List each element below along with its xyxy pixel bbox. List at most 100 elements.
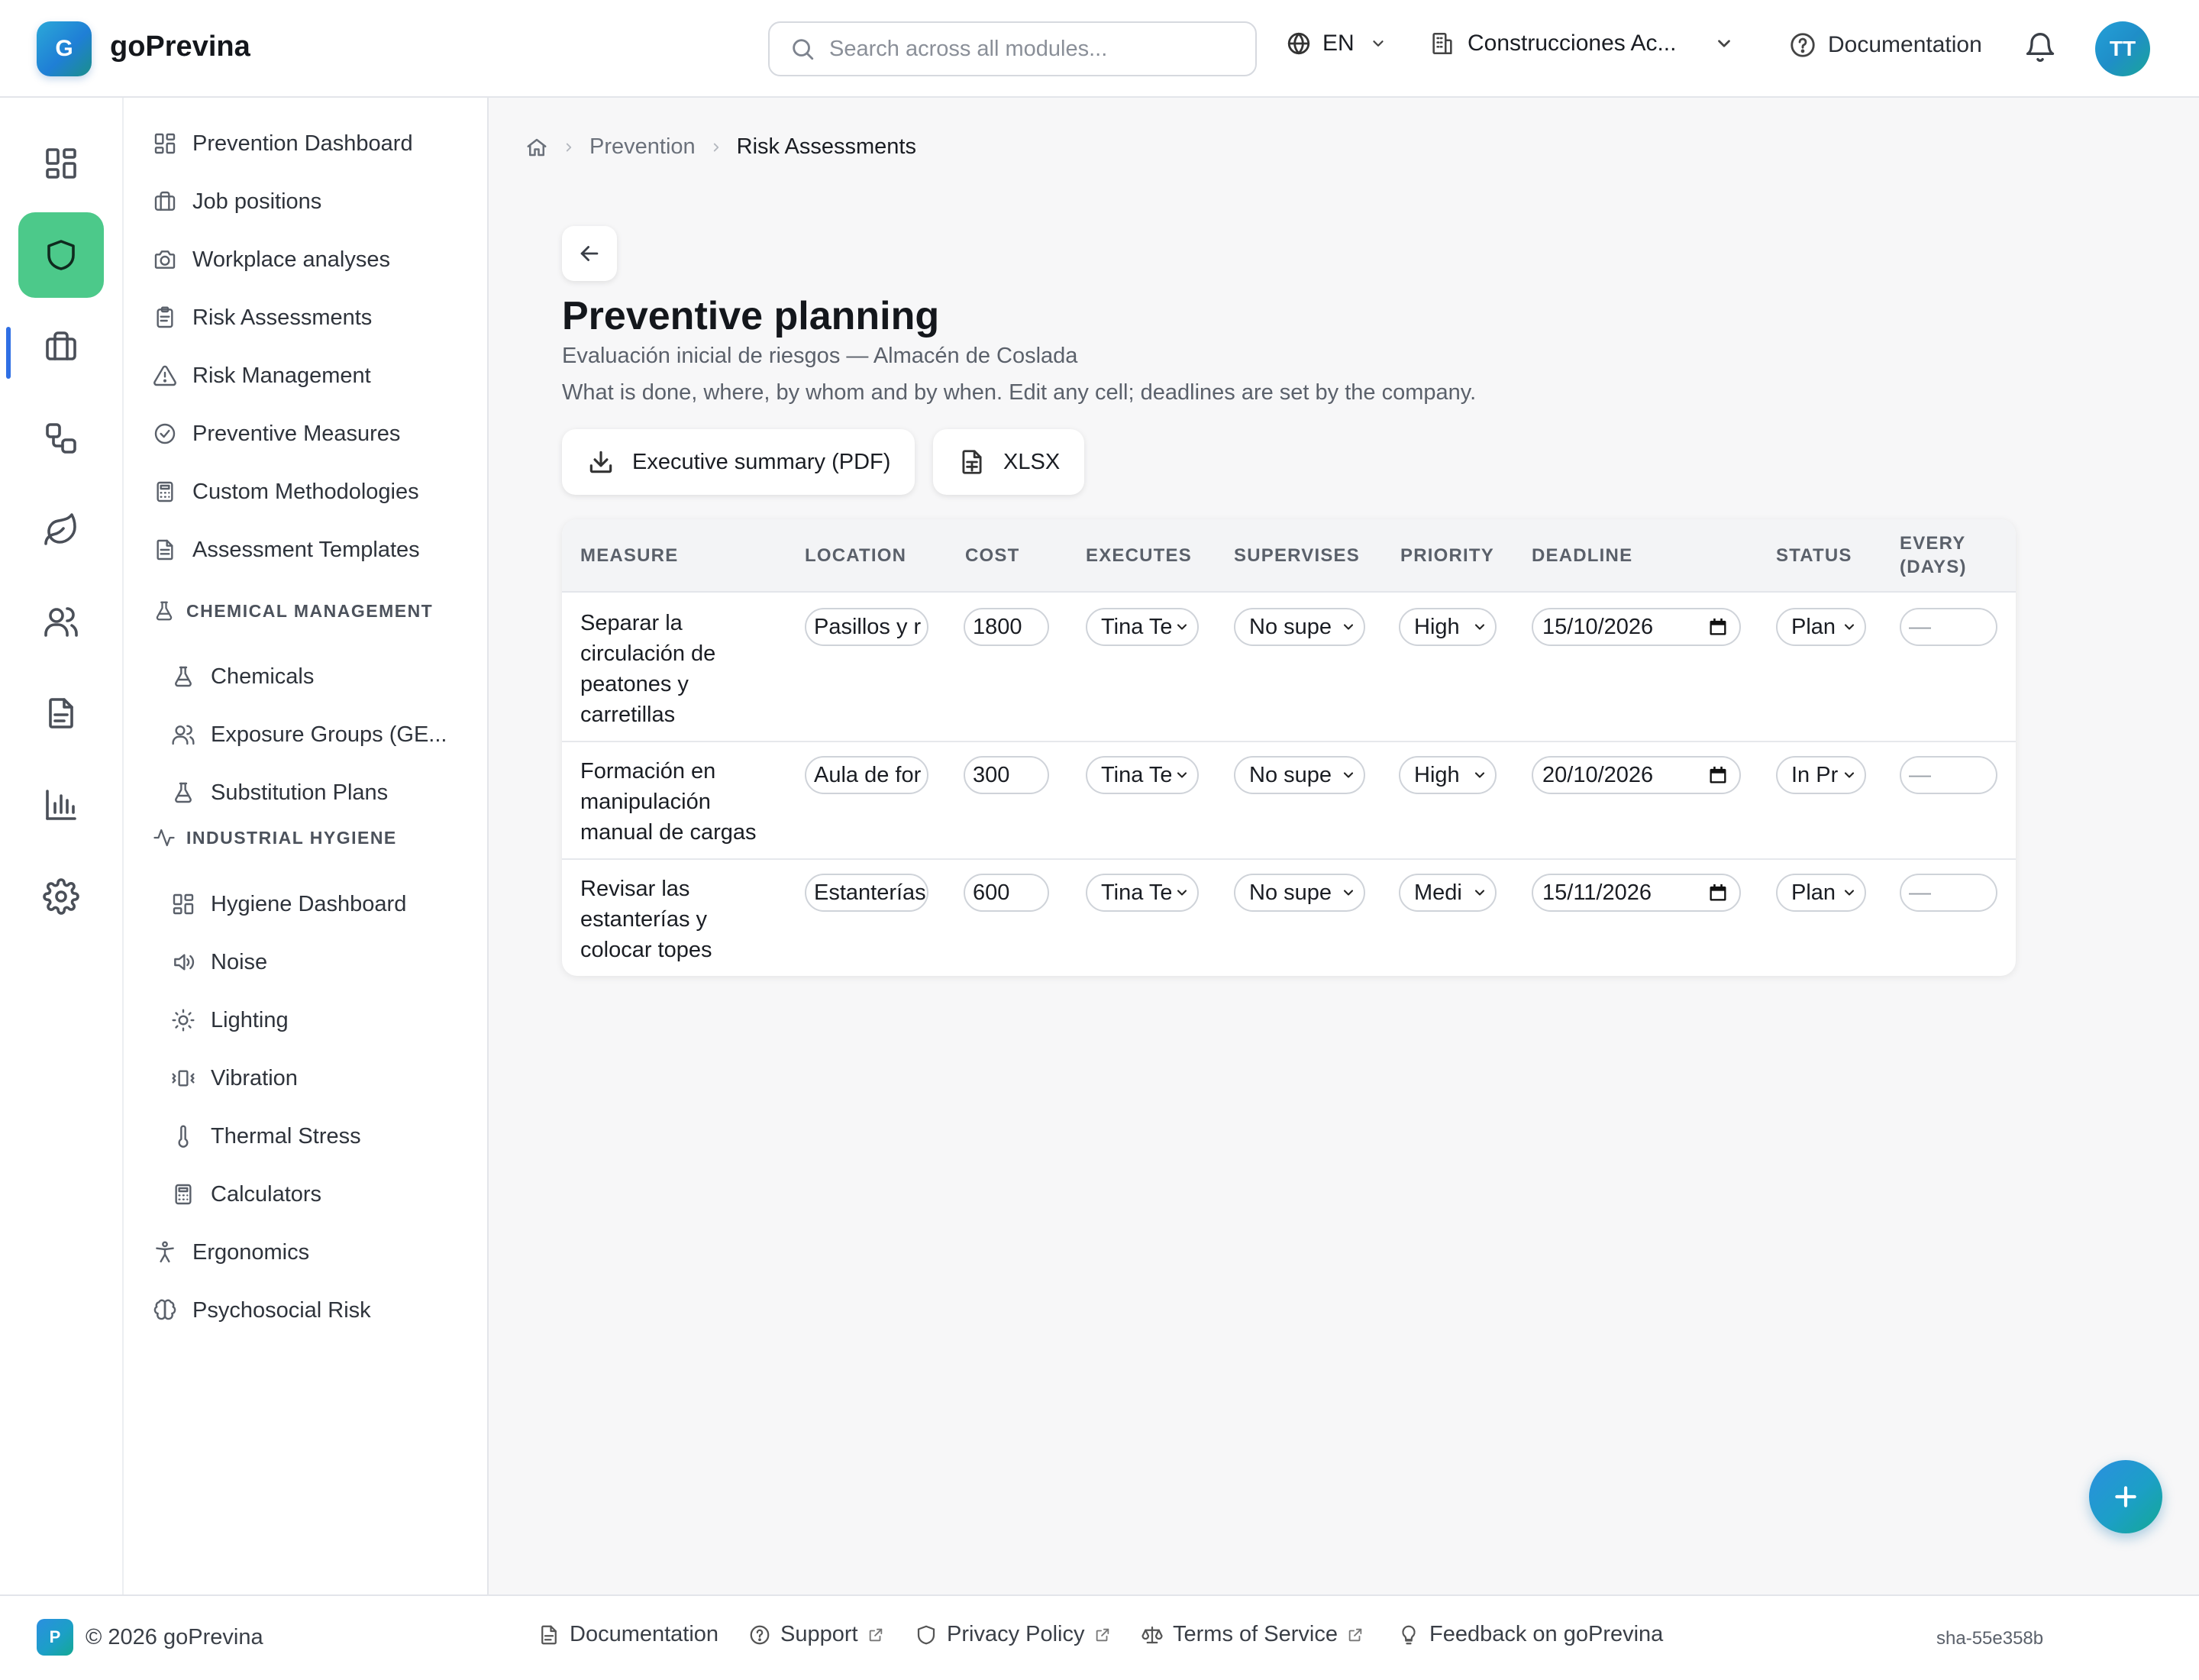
deadline-input[interactable]: 15/10/2026	[1532, 608, 1741, 646]
company-selector[interactable]: Construcciones Ac...	[1429, 31, 1734, 57]
back-button[interactable]	[562, 226, 617, 281]
rail-item-dashboard[interactable]	[18, 121, 104, 206]
sidebar-item-substitution-plans[interactable]: Substitution Plans	[171, 776, 388, 809]
footer-documentation-label: Documentation	[570, 1622, 719, 1646]
language-selector[interactable]: EN	[1286, 31, 1387, 57]
cost-input[interactable]: 1800	[964, 608, 1049, 646]
cost-input[interactable]: 300	[964, 756, 1049, 794]
footer-terms-link[interactable]: Terms of Service	[1141, 1622, 1364, 1647]
every-input[interactable]: —	[1900, 608, 1997, 646]
col-executes[interactable]: EXECUTES	[1086, 544, 1192, 567]
sidebar-item-custom-methodologies[interactable]: Custom Methodologies	[153, 475, 419, 509]
rail-item-briefcase[interactable]	[18, 304, 104, 389]
location-input[interactable]: Aula de for	[805, 756, 928, 794]
chevron-down-icon	[1373, 40, 1384, 47]
location-input[interactable]: Estanterías	[805, 874, 928, 912]
sidebar-item-lighting[interactable]: Lighting	[171, 1003, 289, 1037]
cost-input[interactable]: 600	[964, 874, 1049, 912]
deadline-input[interactable]: 20/10/2026	[1532, 756, 1741, 794]
sidebar: Prevention Dashboard Job positions Workpla…	[124, 98, 489, 1594]
sidebar-item-risk-management[interactable]: Risk Management	[153, 359, 371, 393]
section-chemical-management[interactable]: CHEMICAL MANAGEMENT	[153, 599, 433, 622]
executes-select[interactable]: Tina Te	[1086, 874, 1199, 912]
add-fab-button[interactable]	[2089, 1460, 2162, 1533]
priority-select[interactable]: High	[1399, 608, 1497, 646]
rail-item-workflow[interactable]	[18, 396, 104, 481]
rail-item-shield[interactable]	[18, 212, 104, 298]
sidebar-item-label: Custom Methodologies	[192, 479, 419, 504]
sidebar-item-chemicals[interactable]: Chemicals	[171, 660, 314, 693]
footer-feedback-link[interactable]: Feedback on goPrevina	[1397, 1622, 1663, 1647]
sidebar-item-prevention-dashboard[interactable]: Prevention Dashboard	[153, 127, 413, 160]
rail-item-gear[interactable]	[18, 854, 104, 939]
rail-item-bar-chart[interactable]	[18, 762, 104, 848]
sidebar-item-label: Psychosocial Risk	[192, 1297, 371, 1323]
col-every-line2: (DAYS)	[1900, 557, 1967, 577]
page-subtitle: Evaluación inicial de riesgos — Almacén …	[562, 344, 1078, 368]
page-description: What is done, where, by whom and by when…	[562, 380, 1477, 405]
col-location[interactable]: LOCATION	[805, 544, 906, 567]
col-status[interactable]: STATUS	[1776, 544, 1852, 567]
sidebar-item-exposure-groups-ge[interactable]: Exposure Groups (GE...	[171, 718, 447, 751]
sidebar-item-assessment-templates[interactable]: Assessment Templates	[153, 533, 420, 567]
supervises-select[interactable]: No supe	[1234, 608, 1365, 646]
footer-support-link[interactable]: Support	[748, 1622, 884, 1647]
sidebar-item-workplace-analyses[interactable]: Workplace analyses	[153, 243, 390, 276]
file-icon	[157, 539, 173, 561]
priority-select[interactable]: High	[1399, 756, 1497, 794]
measure-cell[interactable]: Formación en manipulación manual de carg…	[580, 756, 779, 848]
measure-cell[interactable]: Revisar las estanterías y colocar topes	[580, 874, 779, 965]
sidebar-item-job-positions[interactable]: Job positions	[153, 185, 321, 218]
footer-documentation-link[interactable]: Documentation	[538, 1622, 718, 1647]
search-input[interactable]	[829, 36, 1226, 62]
sidebar-item-hygiene-dashboard[interactable]: Hygiene Dashboard	[171, 887, 406, 921]
bell-icon[interactable]	[2023, 31, 2057, 66]
every-input[interactable]: —	[1900, 874, 1997, 912]
supervises-select[interactable]: No supe	[1234, 874, 1365, 912]
section-industrial-hygiene[interactable]: INDUSTRIAL HYGIENE	[153, 826, 397, 849]
priority-select[interactable]: Medi	[1399, 874, 1497, 912]
breadcrumb-prevention[interactable]: Prevention	[589, 134, 696, 160]
executive-summary-pdf-button[interactable]: Executive summary (PDF)	[562, 429, 915, 495]
rail-item-leaf[interactable]	[18, 487, 104, 573]
user-avatar[interactable]: TT	[2095, 21, 2150, 76]
col-priority[interactable]: PRIORITY	[1400, 544, 1494, 567]
status-select[interactable]: Plan	[1776, 608, 1866, 646]
sidebar-item-label: Job positions	[192, 189, 322, 214]
executes-select[interactable]: Tina Te	[1086, 608, 1199, 646]
sidebar-item-thermal-stress[interactable]: Thermal Stress	[171, 1119, 361, 1153]
status-select[interactable]: In Pr	[1776, 756, 1866, 794]
brand-name[interactable]: goPrevina	[110, 31, 250, 63]
search-box[interactable]	[768, 21, 1257, 76]
col-every-days[interactable]: EVERY (DAYS)	[1900, 531, 1967, 579]
brand-logo[interactable]: G	[37, 21, 92, 76]
calculator-icon	[175, 1184, 192, 1205]
sidebar-item-label: Vibration	[211, 1065, 298, 1090]
col-deadline[interactable]: DEADLINE	[1532, 544, 1632, 567]
measure-cell[interactable]: Separar la circulación de peatones y car…	[580, 608, 779, 730]
status-select[interactable]: Plan	[1776, 874, 1866, 912]
sidebar-item-risk-assessments[interactable]: Risk Assessments	[153, 301, 372, 334]
rail-item-document[interactable]	[18, 670, 104, 756]
footer-privacy-link[interactable]: Privacy Policy	[915, 1622, 1111, 1647]
footer-support-label: Support	[780, 1622, 858, 1646]
home-icon[interactable]	[525, 136, 548, 159]
rail-item-users[interactable]	[18, 579, 104, 664]
executes-select[interactable]: Tina Te	[1086, 756, 1199, 794]
sidebar-item-ergonomics[interactable]: Ergonomics	[153, 1236, 309, 1269]
sidebar-item-preventive-measures[interactable]: Preventive Measures	[153, 417, 400, 451]
sidebar-item-vibration[interactable]: Vibration	[171, 1061, 298, 1095]
build-hash: sha-55e358b	[1936, 1628, 2044, 1649]
col-supervises[interactable]: SUPERVISES	[1234, 544, 1360, 567]
col-cost[interactable]: COST	[965, 544, 1019, 567]
supervises-select[interactable]: No supe	[1234, 756, 1365, 794]
xlsx-button[interactable]: XLSX	[933, 429, 1085, 495]
documentation-link[interactable]: Documentation	[1788, 31, 1982, 60]
deadline-input[interactable]: 15/11/2026	[1532, 874, 1741, 912]
col-measure[interactable]: MEASURE	[580, 544, 678, 567]
sidebar-item-calculators[interactable]: Calculators	[171, 1178, 321, 1211]
sidebar-item-psychosocial-risk[interactable]: Psychosocial Risk	[153, 1294, 371, 1327]
every-input[interactable]: —	[1900, 756, 1997, 794]
sidebar-item-noise[interactable]: Noise	[171, 945, 267, 979]
location-input[interactable]: Pasillos y r	[805, 608, 928, 646]
